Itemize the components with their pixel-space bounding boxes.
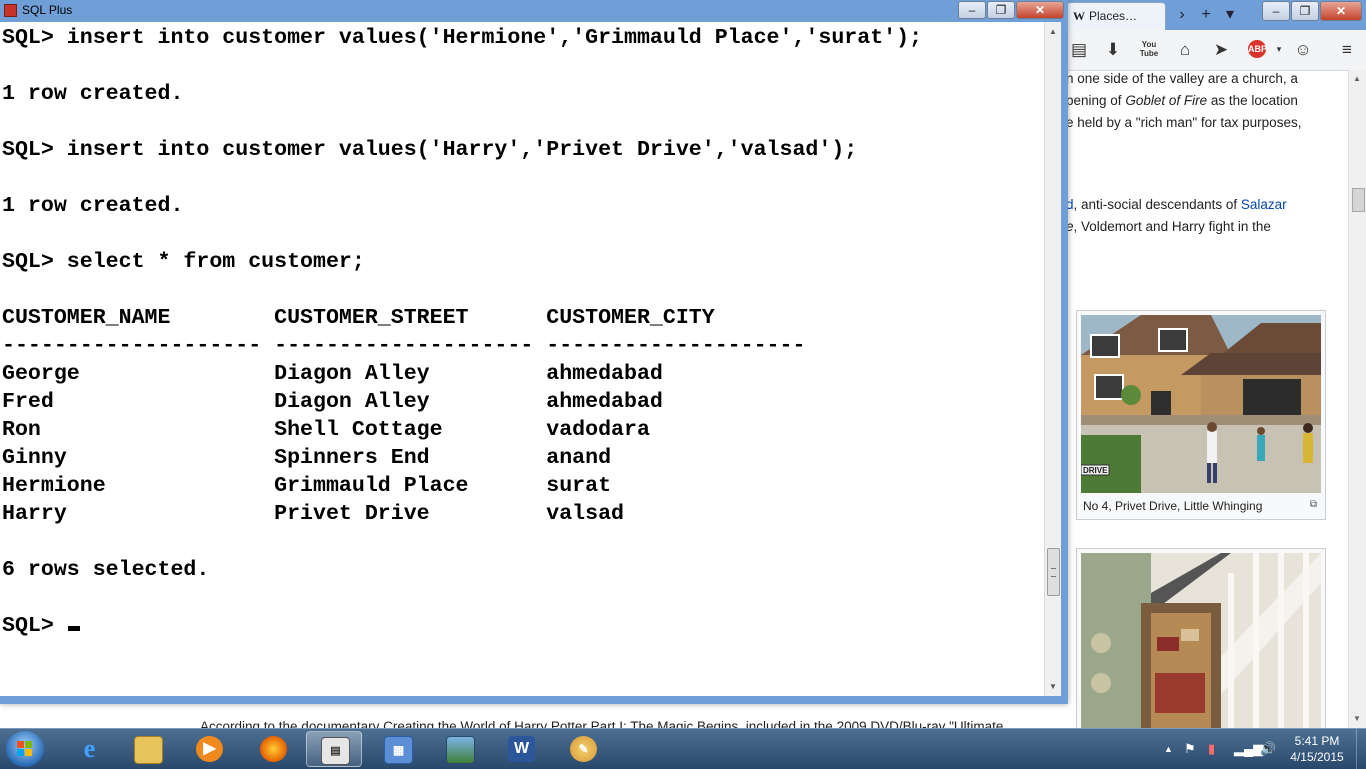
cupboard-image[interactable]: [1081, 553, 1321, 731]
adblock-icon[interactable]: ABP: [1248, 40, 1267, 58]
windows-start-icon[interactable]: [6, 731, 44, 767]
article-line: e held by a "rich man" for tax purposes,: [1066, 114, 1301, 132]
browser-tab-controls: › + ▾: [1170, 4, 1242, 24]
console-line: Ginny Spinners End anand: [2, 446, 612, 470]
browser-scrollbar[interactable]: ▲ ▼: [1348, 70, 1366, 728]
street-sign: DRIVE: [1083, 466, 1108, 475]
maximize-button[interactable]: ❐: [1291, 1, 1319, 21]
sqlplus-titlebar: SQL Plus – ❐ ✕: [0, 0, 1068, 20]
power-icon[interactable]: ▮: [1208, 741, 1215, 757]
scroll-thumb[interactable]: [1352, 188, 1365, 212]
browser-tab-title: Places…: [1089, 9, 1138, 23]
article-link[interactable]: Salazar: [1241, 197, 1287, 212]
send-icon[interactable]: ➤: [1210, 40, 1232, 60]
photo-viewer-icon[interactable]: [432, 731, 488, 767]
scroll-down-icon[interactable]: ▼: [1049, 682, 1057, 691]
wikipedia-icon: W: [1073, 9, 1085, 23]
wiki-article: n one side of the valley are a church, a…: [1066, 70, 1348, 739]
console-scrollbar[interactable]: ▲ ▼: [1044, 22, 1061, 696]
text-cursor: [67, 626, 80, 631]
article-text: n one side of the valley are a church, a: [1066, 71, 1298, 86]
privet-drive-image[interactable]: DRIVE: [1081, 315, 1321, 493]
browser-toolbar: ▤ ⬇ You Tube ⌂ ➤ ABP ▾ ☺ ≡: [1066, 30, 1366, 71]
sqlplus-window-controls: – ❐ ✕: [958, 1, 1065, 19]
taskbar: e ▶ ▤ ▦ W ✎ ▲ ⚑ ▮ ▂▄▆ 🔊 5:41 PM 4/15/201…: [0, 728, 1366, 769]
console-line: 6 rows selected.: [2, 558, 210, 582]
word-icon[interactable]: W: [494, 731, 550, 767]
minimize-button[interactable]: –: [1262, 1, 1290, 21]
sqlplus-title: SQL Plus: [22, 3, 73, 17]
scroll-up-icon[interactable]: ▲: [1049, 27, 1057, 36]
console-line: 1 row created.: [2, 82, 184, 106]
thumbnail-caption: No 4, Privet Drive, Little Whinging ⧉: [1077, 497, 1325, 519]
minimize-button[interactable]: –: [958, 1, 986, 19]
chevron-right-icon[interactable]: ›: [1170, 6, 1194, 24]
console-line: 1 row created.: [2, 194, 184, 218]
network-icon[interactable]: ▂▄▆: [1234, 741, 1263, 757]
thumbnail-cupboard: [1076, 548, 1326, 739]
browser-window-controls: – ❐ ✕: [1262, 1, 1363, 21]
thumbnail-privet-drive: DRIVE No 4, Privet Drive, Little Whingin…: [1076, 310, 1326, 520]
article-line: n one side of the valley are a church, a: [1066, 70, 1298, 88]
enlarge-icon[interactable]: ⧉: [1310, 499, 1317, 510]
console-line: CUSTOMER_NAME CUSTOMER_STREET CUSTOMER_C…: [2, 306, 715, 330]
file-explorer-icon[interactable]: [120, 731, 176, 767]
console-line: George Diagon Alley ahmedabad: [2, 362, 663, 386]
control-panel-icon[interactable]: ▦: [370, 731, 426, 767]
article-text: , Voldemort and Harry fight in the: [1073, 219, 1271, 234]
clock[interactable]: 5:41 PM 4/15/2015: [1282, 733, 1352, 765]
console-prompt[interactable]: SQL>: [2, 612, 80, 640]
maximize-button[interactable]: ❐: [987, 1, 1015, 19]
scroll-thumb[interactable]: [1047, 548, 1060, 596]
menu-icon[interactable]: ≡: [1336, 40, 1358, 60]
article-text: e held by a "rich man" for tax purposes,: [1066, 115, 1302, 130]
article-bottom-text: According to the documentary Creating th…: [200, 719, 1004, 728]
youtube-icon[interactable]: You Tube: [1138, 40, 1160, 58]
clock-time: 5:41 PM: [1294, 734, 1340, 748]
console-line: Hermione Grimmauld Place surat: [2, 474, 612, 498]
home-icon[interactable]: ⌂: [1174, 40, 1196, 60]
article-text: , anti-social descendants of: [1073, 197, 1241, 212]
volume-icon[interactable]: 🔊: [1260, 741, 1276, 757]
console-line: Ron Shell Cottage vadodara: [2, 418, 650, 442]
smiley-icon[interactable]: ☺: [1292, 40, 1314, 60]
firefox-icon[interactable]: [246, 731, 302, 767]
article-text: as the location: [1207, 93, 1298, 108]
new-tab-icon[interactable]: +: [1194, 6, 1218, 24]
internet-explorer-icon[interactable]: e: [62, 731, 118, 767]
scroll-up-icon[interactable]: ▲: [1353, 74, 1361, 83]
chevron-down-icon[interactable]: ▾: [1218, 4, 1242, 24]
console-line: SQL> insert into customer values('Harry'…: [2, 138, 858, 162]
sqlplus-app-icon: [4, 4, 17, 17]
clock-date: 4/15/2015: [1290, 750, 1344, 764]
dropdown-arrow-icon[interactable]: ▾: [1268, 44, 1290, 55]
sqlplus-console[interactable]: SQL> insert into customer values('Hermio…: [0, 22, 1044, 696]
article-line: e, Voldemort and Harry fight in the: [1066, 218, 1271, 236]
reader-icon[interactable]: ▤: [1068, 40, 1090, 60]
show-hidden-icons-icon[interactable]: ▲: [1164, 744, 1173, 754]
sqlplus-taskbar-icon[interactable]: ▤: [306, 731, 362, 767]
download-icon[interactable]: ⬇: [1102, 40, 1124, 60]
media-player-icon[interactable]: ▶: [182, 731, 238, 767]
article-text: pening of: [1066, 93, 1126, 108]
scroll-down-icon[interactable]: ▼: [1353, 714, 1361, 723]
close-button[interactable]: ✕: [1016, 1, 1064, 19]
browser-tab[interactable]: W Places…: [1066, 2, 1166, 30]
article-emphasis: Goblet of Fire: [1125, 93, 1208, 108]
article-line: pening of Goblet of Fire as the location: [1066, 92, 1298, 110]
console-line: -------------------- -------------------…: [2, 334, 806, 358]
console-line: Fred Diagon Alley ahmedabad: [2, 390, 663, 414]
paint-icon[interactable]: ✎: [556, 731, 612, 767]
flag-icon[interactable]: ⚑: [1184, 741, 1196, 757]
console-line: Harry Privet Drive valsad: [2, 502, 625, 526]
console-line: SQL> select * from customer;: [2, 250, 365, 274]
show-desktop-button[interactable]: [1356, 729, 1366, 769]
article-line: d, anti-social descendants of Salazar: [1066, 196, 1287, 214]
caption-text: No 4, Privet Drive, Little Whinging: [1083, 499, 1263, 513]
console-line: SQL> insert into customer values('Hermio…: [2, 26, 923, 50]
prompt-text: SQL>: [2, 614, 67, 638]
close-button[interactable]: ✕: [1320, 1, 1362, 21]
sqlplus-window: SQL Plus – ❐ ✕ SQL> insert into customer v…: [0, 0, 1068, 704]
